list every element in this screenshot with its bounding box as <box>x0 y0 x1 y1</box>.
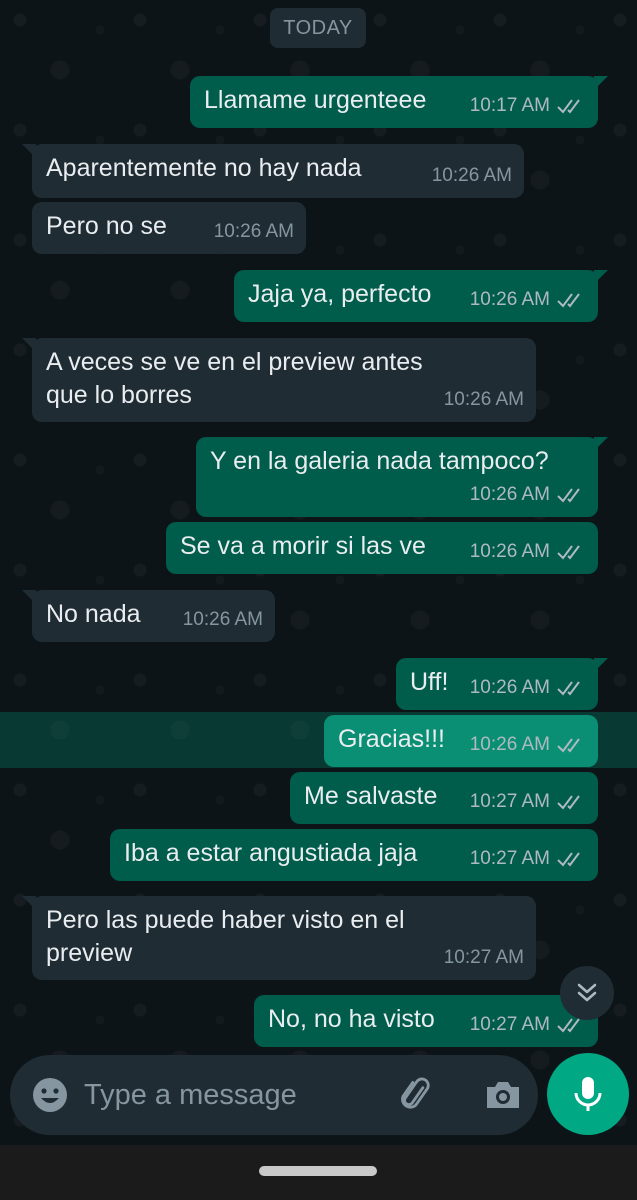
double-check-icon <box>557 737 580 753</box>
message-time: 10:26 AM <box>182 609 263 630</box>
message-time: 10:26 AM <box>431 165 512 186</box>
message-time: 10:26 AM <box>443 389 524 410</box>
message-bubble-outgoing-selected[interactable]: Gracias!!! 10:26 AM <box>324 715 598 767</box>
message-text-line-1: A veces se ve en el preview antes <box>46 348 423 376</box>
message-text: Se va a morir si las ve <box>180 532 426 560</box>
double-check-icon <box>557 544 580 560</box>
message-time: 10:27 AM <box>469 1014 550 1035</box>
date-separator: TODAY <box>270 8 366 48</box>
message-bubble-outgoing[interactable]: Iba a estar angustiada jaja 10:27 AM <box>110 829 598 881</box>
message-bubble-incoming[interactable]: Pero las puede haber visto en el preview… <box>22 896 536 980</box>
message-text: Jaja ya, perfecto <box>248 280 432 308</box>
message-time: 10:27 AM <box>469 791 550 812</box>
message-time: 10:26 AM <box>469 677 550 698</box>
message-text: No, no ha visto <box>268 1005 435 1033</box>
double-check-icon <box>557 487 580 503</box>
message-bubble-incoming[interactable]: Aparentemente no hay nada 10:26 AM <box>22 144 524 198</box>
message-input[interactable] <box>84 1073 384 1117</box>
double-check-icon <box>557 680 580 696</box>
message-text: No nada <box>46 600 141 628</box>
scroll-to-bottom-button[interactable] <box>560 966 614 1020</box>
message-time: 10:26 AM <box>469 289 550 310</box>
message-text: Uff! <box>410 668 449 696</box>
message-bubble-incoming[interactable]: A veces se ve en el preview antes que lo… <box>22 338 536 422</box>
message-text: Aparentemente no hay nada <box>46 154 362 182</box>
camera-icon[interactable] <box>482 1075 524 1115</box>
message-text: Gracias!!! <box>338 725 445 753</box>
message-bubble-outgoing[interactable]: Me salvaste 10:27 AM <box>290 772 598 824</box>
message-bubble-outgoing[interactable]: Y en la galeria nada tampoco? 10:26 AM <box>196 437 608 517</box>
message-time: 10:26 AM <box>213 221 294 242</box>
double-check-icon <box>557 794 580 810</box>
message-composer <box>10 1055 538 1135</box>
message-time: 10:26 AM <box>469 541 550 562</box>
message-text: Llamame urgenteee <box>204 86 427 114</box>
message-text-line-2: que lo borres <box>46 381 192 409</box>
message-time: 10:17 AM <box>469 95 550 116</box>
double-check-icon <box>557 851 580 867</box>
message-time: 10:26 AM <box>469 484 550 505</box>
message-text-line-2: preview <box>46 939 133 967</box>
message-time: 10:26 AM <box>469 734 550 755</box>
double-check-icon <box>557 292 580 308</box>
home-gesture-handle[interactable] <box>259 1166 377 1176</box>
double-chevron-down-icon <box>577 983 597 1002</box>
mic-button[interactable] <box>547 1053 629 1135</box>
message-time: 10:27 AM <box>469 848 550 869</box>
message-bubble-outgoing[interactable]: No, no ha visto 10:27 AM <box>254 995 608 1047</box>
message-text: Me salvaste <box>304 782 438 810</box>
message-text: Pero no se <box>46 212 167 240</box>
message-bubble-outgoing[interactable]: Llamame urgenteee 10:17 AM <box>190 76 608 128</box>
message-text-line-1: Pero las puede haber visto en el <box>46 906 405 934</box>
message-bubble-incoming[interactable]: Pero no se 10:26 AM <box>32 202 306 254</box>
paperclip-icon[interactable] <box>396 1075 436 1115</box>
emoji-icon[interactable] <box>30 1075 70 1115</box>
message-bubble-outgoing[interactable]: Uff! 10:26 AM <box>396 658 608 710</box>
message-text: Y en la galeria nada tampoco? <box>210 447 549 475</box>
message-bubble-outgoing[interactable]: Se va a morir si las ve 10:26 AM <box>166 522 598 574</box>
message-text: Iba a estar angustiada jaja <box>124 839 418 867</box>
message-bubble-outgoing[interactable]: Jaja ya, perfecto 10:26 AM <box>234 270 608 322</box>
double-check-icon <box>557 98 580 114</box>
microphone-icon <box>574 1077 602 1111</box>
message-time: 10:27 AM <box>443 947 524 968</box>
message-bubble-incoming[interactable]: No nada 10:26 AM <box>22 590 275 642</box>
